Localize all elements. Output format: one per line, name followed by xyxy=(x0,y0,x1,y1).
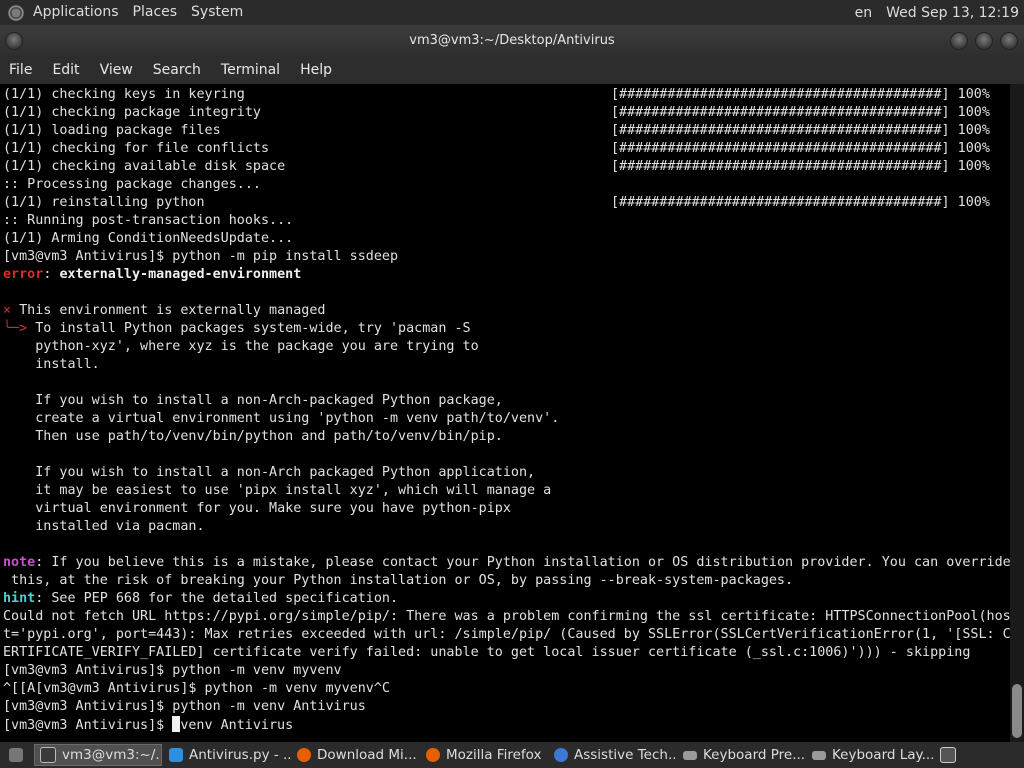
terminal-line: python-xyz', where xyz is the package yo… xyxy=(3,339,479,354)
terminal-line: [vm3@vm3 Antivirus]$ python -m venv Anti… xyxy=(3,699,366,714)
system-menu[interactable]: System xyxy=(184,0,250,25)
minimize-icon[interactable] xyxy=(950,32,968,50)
terminal-line: If you wish to install a non-Arch-packag… xyxy=(3,393,503,408)
terminal-line: hint: See PEP 668 for the detailed speci… xyxy=(3,591,399,606)
taskbar-item-vscode[interactable]: Antivirus.py - ... xyxy=(164,744,290,766)
terminal-line: (1/1) loading package files xyxy=(3,123,221,138)
keyboard-icon xyxy=(812,750,826,760)
terminal-line: (1/1) checking keys in keyring xyxy=(3,87,245,102)
menu-help[interactable]: Help xyxy=(290,62,342,78)
top-panel: Applications Places System en Wed Sep 13… xyxy=(0,0,1024,25)
close-icon[interactable] xyxy=(1000,32,1018,50)
terminal-scrollbar[interactable] xyxy=(1010,84,1024,742)
menubar: File Edit View Search Terminal Help xyxy=(0,56,1024,84)
progress-bar-text: [#######################################… xyxy=(611,105,990,120)
window-menu-icon[interactable] xyxy=(5,32,23,50)
terminal-output[interactable]: (1/1) checking keys in keyring [########… xyxy=(0,84,1010,742)
taskbar-item-keyboard-prefs[interactable]: Keyboard Pre... xyxy=(678,744,804,766)
terminal-line: create a virtual environment using 'pyth… xyxy=(3,411,560,426)
menu-terminal[interactable]: Terminal xyxy=(211,62,290,78)
taskbar-item-label: Download Mi... xyxy=(317,747,417,763)
terminal-line: Could not fetch URL https://pypi.org/sim… xyxy=(3,609,1010,624)
gnome-logo-icon[interactable] xyxy=(8,4,24,21)
taskbar-item-assistive[interactable]: Assistive Tech... xyxy=(549,744,675,766)
terminal-line: If you wish to install a non-Arch packag… xyxy=(3,465,536,480)
taskbar-item-download[interactable]: Download Mi... xyxy=(292,744,418,766)
command-input[interactable]: venv Antivirus xyxy=(180,718,293,733)
progress-bar-text: [#######################################… xyxy=(611,123,990,138)
terminal-line: :: Processing package changes... xyxy=(3,177,261,192)
terminal-line: t='pypi.org', port=443): Max retries exc… xyxy=(3,627,1010,642)
terminal-line: (1/1) checking package integrity xyxy=(3,105,261,120)
terminal-line: Then use path/to/venv/bin/python and pat… xyxy=(3,429,503,444)
taskbar-item-label: Assistive Tech... xyxy=(574,747,675,763)
taskbar-item-firefox[interactable]: Mozilla Firefox xyxy=(421,744,547,766)
terminal-line: (1/1) reinstalling python xyxy=(3,195,205,210)
clock[interactable]: Wed Sep 13, 12:19 xyxy=(886,5,1019,21)
show-desktop-icon xyxy=(9,748,23,762)
terminal-line: note: If you believe this is a mistake, … xyxy=(3,555,1010,570)
terminal-line: (1/1) checking for file conflicts xyxy=(3,141,270,156)
firefox-icon xyxy=(297,748,311,762)
taskbar-item-label: vm3@vm3:~/... xyxy=(62,747,161,763)
terminal-input-line[interactable]: [vm3@vm3 Antivirus]$ venv Antivirus xyxy=(3,716,293,734)
workspace-switcher[interactable] xyxy=(936,744,960,766)
window-titlebar[interactable]: vm3@vm3:~/Desktop/Antivirus xyxy=(0,25,1024,56)
keyboard-layout-indicator[interactable]: en xyxy=(855,5,873,21)
terminal-line: × This environment is externally managed xyxy=(3,303,326,318)
taskbar-item-keyboard-layout[interactable]: Keyboard Lay... xyxy=(807,744,933,766)
terminal-line: (1/1) checking available disk space xyxy=(3,159,286,174)
taskbar-item-label: Mozilla Firefox xyxy=(446,747,542,763)
scrollbar-thumb[interactable] xyxy=(1012,684,1022,738)
progress-bar-text: [#######################################… xyxy=(611,141,990,156)
taskbar-item-label: Antivirus.py - ... xyxy=(189,747,290,763)
places-menu[interactable]: Places xyxy=(126,0,185,25)
terminal-line: installed via pacman. xyxy=(3,519,205,534)
terminal-line: ^[[A[vm3@vm3 Antivirus]$ python -m venv … xyxy=(3,681,390,696)
menu-file[interactable]: File xyxy=(0,62,42,78)
menu-view[interactable]: View xyxy=(90,62,143,78)
terminal-line: this, at the risk of breaking your Pytho… xyxy=(3,573,794,588)
terminal-line: [vm3@vm3 Antivirus]$ python -m venv myve… xyxy=(3,663,342,678)
window-title: vm3@vm3:~/Desktop/Antivirus xyxy=(409,33,615,48)
terminal-line: ERTIFICATE_VERIFY_FAILED] certificate ve… xyxy=(3,645,971,660)
terminal-line: (1/1) Arming ConditionNeedsUpdate... xyxy=(3,231,294,246)
terminal-icon xyxy=(40,747,56,763)
maximize-icon[interactable] xyxy=(975,32,993,50)
taskbar-item-terminal[interactable]: vm3@vm3:~/... xyxy=(34,744,162,766)
terminal-line: [vm3@vm3 Antivirus]$ python -m pip insta… xyxy=(3,249,399,264)
accessibility-icon xyxy=(554,748,568,762)
progress-bar-text: [#######################################… xyxy=(611,159,990,174)
taskbar-item-label: Keyboard Pre... xyxy=(703,747,804,763)
shell-prompt: [vm3@vm3 Antivirus]$ xyxy=(3,718,173,733)
terminal-line: ╰─> To install Python packages system-wi… xyxy=(3,321,471,336)
terminal-line: error: externally-managed-environment xyxy=(3,267,302,282)
terminal-line: :: Running post-transaction hooks... xyxy=(3,213,294,228)
bottom-taskbar: vm3@vm3:~/... Antivirus.py - ... Downloa… xyxy=(0,742,1024,768)
keyboard-icon xyxy=(683,750,697,760)
progress-bar-text: [#######################################… xyxy=(611,87,990,102)
show-desktop-button[interactable] xyxy=(4,744,30,766)
menu-search[interactable]: Search xyxy=(143,62,211,78)
applications-menu[interactable]: Applications xyxy=(26,0,126,25)
terminal-line: it may be easiest to use 'pipx install x… xyxy=(3,483,552,498)
vscode-icon xyxy=(169,748,183,762)
menu-edit[interactable]: Edit xyxy=(42,62,89,78)
progress-bar-text: [#######################################… xyxy=(611,195,990,210)
terminal-line: install. xyxy=(3,357,100,372)
taskbar-item-label: Keyboard Lay... xyxy=(832,747,933,763)
workspace-icon xyxy=(940,747,956,763)
firefox-icon xyxy=(426,748,440,762)
terminal-line: virtual environment for you. Make sure y… xyxy=(3,501,511,516)
